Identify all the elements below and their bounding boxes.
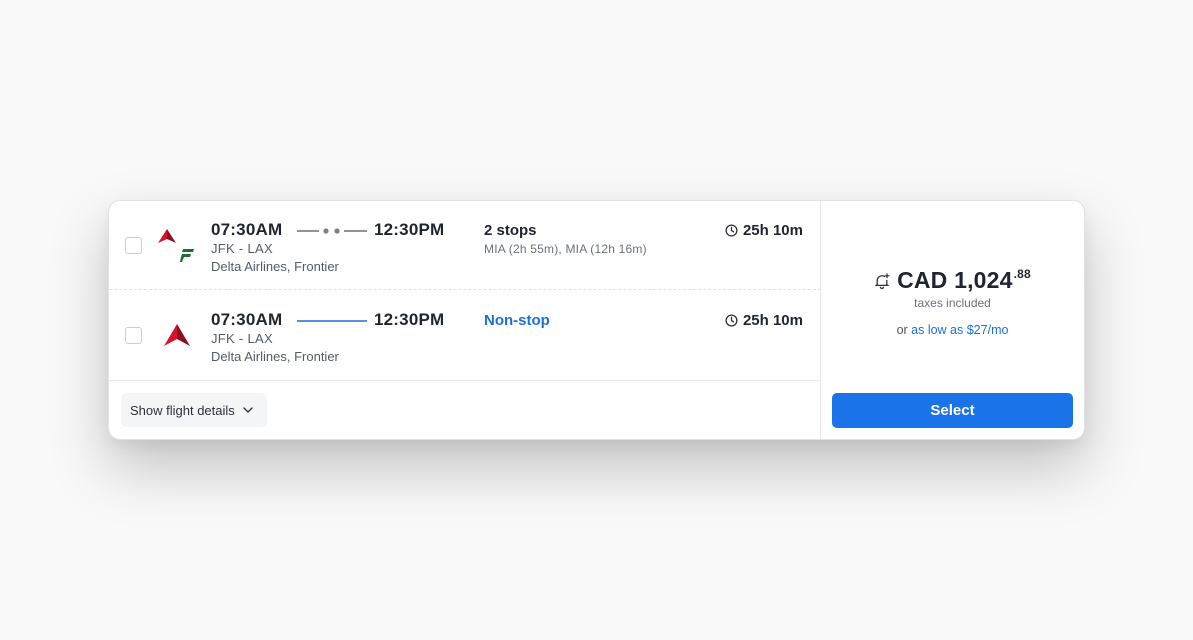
- delta-logo-icon: [158, 229, 176, 243]
- price-panel: CAD 1,024.88 taxes included or as low as…: [821, 201, 1084, 439]
- route-line-nonstop: [297, 320, 367, 322]
- flight-1-times: 07:30AM 12:30PM: [211, 220, 451, 242]
- flight-1-checkbox[interactable]: [125, 237, 142, 254]
- financing-link[interactable]: as low as $27/mo: [911, 323, 1008, 337]
- bell-plus-icon[interactable]: [874, 273, 890, 290]
- price-amount: CAD 1,024.88: [897, 267, 1031, 294]
- clock-icon: [725, 224, 738, 237]
- financing-prefix: or: [896, 323, 912, 337]
- airline-names: Delta Airlines, Frontier: [211, 349, 339, 364]
- stops-label: Non-stop: [484, 312, 550, 329]
- arrival-time: 12:30PM: [374, 310, 445, 329]
- flight-legs-panel: 07:30AM 12:30PM JFK - LAX Delta Airlines…: [109, 201, 821, 439]
- flight-2-times: 07:30AM 12:30PM: [211, 310, 451, 332]
- stops-label: 2 stops: [484, 222, 537, 239]
- airline-names: Delta Airlines, Frontier: [211, 259, 339, 274]
- stop-dot: [323, 228, 329, 234]
- departure-time: 07:30AM: [211, 310, 283, 329]
- delta-logo-icon: [164, 324, 190, 346]
- stop-dot: [334, 228, 340, 234]
- frontier-logo-icon: [180, 249, 194, 262]
- arrival-time: 12:30PM: [374, 220, 445, 239]
- price-main: CAD 1,024: [897, 267, 1013, 293]
- flight-result-card: 07:30AM 12:30PM JFK - LAX Delta Airlines…: [108, 200, 1085, 440]
- duration-text: 25h 10m: [742, 222, 803, 239]
- clock-icon: [725, 314, 738, 327]
- flight-duration: 25h 10m: [725, 222, 803, 239]
- price-line: CAD 1,024.88: [821, 267, 1084, 294]
- flight-duration: 25h 10m: [725, 312, 803, 329]
- financing-note: or as low as $27/mo: [821, 323, 1084, 337]
- stops-detail: MIA (2h 55m), MIA (12h 16m): [484, 242, 647, 256]
- flight-row-1: 07:30AM 12:30PM JFK - LAX Delta Airlines…: [109, 201, 821, 290]
- chevron-down-icon: [243, 407, 253, 413]
- price-cents: .88: [1013, 267, 1031, 281]
- taxes-note: taxes included: [914, 296, 991, 310]
- flight-2-checkbox[interactable]: [125, 327, 142, 344]
- departure-time: 07:30AM: [211, 220, 283, 239]
- show-flight-details-button[interactable]: Show flight details: [121, 393, 267, 427]
- route-line-with-stops: [297, 228, 367, 234]
- show-flight-details-label: Show flight details: [130, 402, 235, 418]
- duration-text: 25h 10m: [742, 312, 803, 329]
- flight-row-2: 07:30AM 12:30PM JFK - LAX Delta Airlines…: [109, 291, 821, 381]
- route-airports: JFK - LAX: [211, 241, 273, 256]
- select-button[interactable]: Select: [832, 393, 1073, 428]
- route-airports: JFK - LAX: [211, 331, 273, 346]
